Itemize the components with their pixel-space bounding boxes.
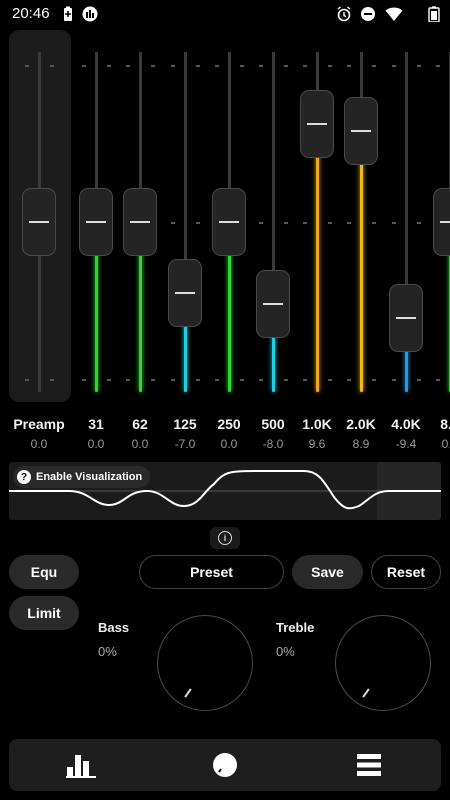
help-icon: ? [17, 470, 31, 484]
equalizer-tab[interactable] [9, 739, 153, 791]
band-value: 0.0 [441, 437, 450, 451]
band-tick [151, 65, 155, 67]
preamp-slider-thumb[interactable] [22, 188, 56, 256]
band-tick [171, 222, 175, 224]
band-tick [417, 222, 421, 224]
band-slider-thumb[interactable] [212, 188, 246, 256]
preamp-tick [50, 65, 54, 67]
band-tick [259, 65, 263, 67]
band-tick [240, 65, 244, 67]
band-tick [284, 379, 288, 381]
treble-knob[interactable] [335, 615, 431, 711]
band-slider-thumb[interactable] [344, 97, 378, 166]
preamp-label: Preamp [13, 416, 65, 432]
band-tick [303, 222, 307, 224]
band-slider-thumb[interactable] [79, 188, 113, 256]
menu-tab[interactable] [297, 739, 441, 791]
battery-saver-icon [64, 6, 72, 21]
band-tick [259, 222, 263, 224]
visualization-panel[interactable]: ? Enable Visualization [9, 462, 441, 520]
band-tick [347, 379, 351, 381]
band-tick [196, 65, 200, 67]
treble-knob-indicator [362, 688, 370, 698]
band-tick [328, 222, 332, 224]
preamp-tick [25, 379, 29, 381]
band-slider-thumb[interactable] [300, 90, 334, 159]
preamp-tick [25, 65, 29, 67]
bottom-navigation [9, 739, 441, 791]
alarm-icon [337, 6, 351, 22]
band-label: 8.0 [440, 416, 450, 432]
do-not-disturb-icon [361, 7, 375, 21]
band-tick [392, 222, 396, 224]
band-slider-thumb[interactable] [123, 188, 157, 256]
band-tick [171, 379, 175, 381]
info-icon: i [218, 531, 232, 545]
band-tick [196, 222, 200, 224]
band-tick [392, 379, 396, 381]
band-tick [259, 379, 263, 381]
info-button[interactable]: i [210, 527, 240, 549]
preamp-tick [50, 379, 54, 381]
band-tick [284, 65, 288, 67]
battery-icon [428, 6, 440, 22]
band-tick [347, 65, 351, 67]
band-tick [126, 379, 130, 381]
band-slider-thumb[interactable] [168, 259, 202, 328]
band-tick [240, 379, 244, 381]
band-tick [151, 379, 155, 381]
bass-knob[interactable] [157, 615, 253, 711]
band-tick [328, 65, 332, 67]
save-button[interactable]: Save [292, 555, 363, 589]
reset-button[interactable]: Reset [371, 555, 441, 589]
list-menu-icon [357, 754, 381, 776]
treble-value: 0% [276, 644, 295, 659]
band-tick [417, 65, 421, 67]
band-tick [436, 65, 440, 67]
bass-value: 0% [98, 644, 117, 659]
band-slider-thumb[interactable] [256, 269, 290, 338]
band-tick [303, 65, 307, 67]
band-tick [107, 65, 111, 67]
band-tick [303, 379, 307, 381]
status-time: 20:46 [12, 5, 50, 22]
band-tick [82, 379, 86, 381]
band-tick [284, 222, 288, 224]
band-tick [372, 222, 376, 224]
wifi-icon [385, 7, 403, 21]
band-tick [372, 379, 376, 381]
enable-visualization-label: Enable Visualization [36, 471, 143, 483]
band-tick [171, 65, 175, 67]
equ-button[interactable]: Equ [9, 555, 79, 589]
band-tick [328, 379, 332, 381]
band-slider-thumb[interactable] [389, 283, 423, 352]
bar-chart-icon [66, 755, 96, 778]
bass-label: Bass [98, 620, 130, 635]
band-tick [126, 65, 130, 67]
band-fill [316, 124, 319, 392]
band-tick [107, 379, 111, 381]
limit-button[interactable]: Limit [9, 596, 79, 630]
preset-button[interactable]: Preset [139, 555, 284, 589]
band-fill [360, 131, 363, 392]
knob-icon [213, 753, 237, 777]
band-tick [82, 65, 86, 67]
band-tick [215, 65, 219, 67]
band-tick [392, 65, 396, 67]
status-bar: 20:46 [0, 0, 450, 28]
bass-knob-indicator [184, 688, 192, 698]
knob-tab[interactable] [153, 739, 297, 791]
preamp-value: 0.0 [30, 437, 48, 451]
band-tick [436, 379, 440, 381]
band-tick [196, 379, 200, 381]
band-tick [347, 222, 351, 224]
band-tick [372, 65, 376, 67]
treble-label: Treble [276, 620, 315, 635]
band-tick [417, 379, 421, 381]
band-tick [215, 379, 219, 381]
band-slider-thumb[interactable] [433, 188, 450, 256]
app-notification-icon [82, 6, 98, 22]
enable-visualization-toggle[interactable]: ? Enable Visualization [13, 466, 151, 488]
